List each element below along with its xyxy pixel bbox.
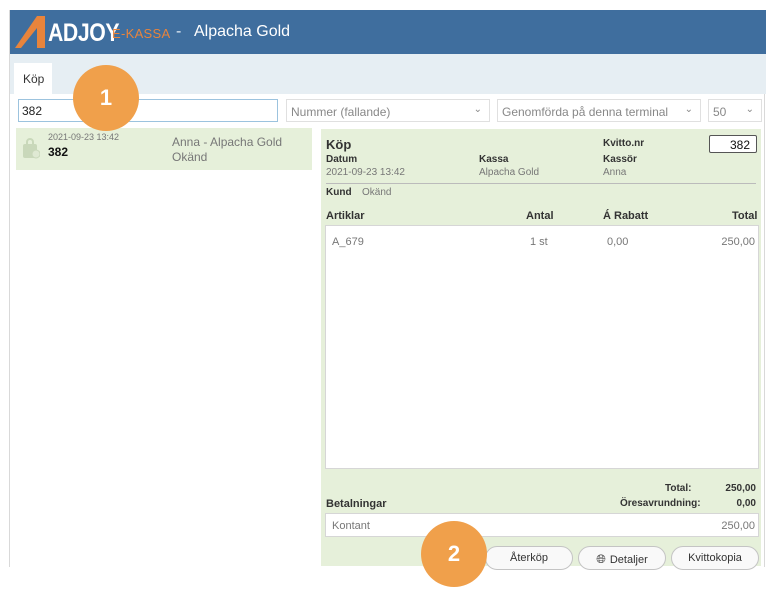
store-name: Alpacha Gold <box>194 23 291 40</box>
kvitto-number-field[interactable]: 382 <box>709 135 757 153</box>
list-item-seller: Anna - Alpacha Gold <box>172 135 283 149</box>
sort-select-value: Nummer (fallande) <box>291 105 391 119</box>
kassa-label: Kassa <box>479 154 509 165</box>
payments-list: Kontant 250,00 <box>325 513 759 537</box>
sort-select[interactable]: Nummer (fallande) ⌄ <box>286 99 490 122</box>
detaljer-label: Detaljer <box>609 554 648 566</box>
search-input[interactable]: 382 <box>18 99 278 122</box>
logo-subtitle: E-KASSA <box>112 26 171 41</box>
article-name: A_679 <box>332 236 364 248</box>
globe-icon: 🌐︎ <box>596 552 606 566</box>
title-bar: ADJOY E-KASSA - Alpacha Gold <box>10 10 766 54</box>
list-item[interactable]: 2021-09-23 13:42 382 Anna - Alpacha Gold… <box>16 128 312 170</box>
article-total: 250,00 <box>721 236 755 248</box>
logo-text: ADJOY <box>48 19 120 47</box>
receipt-detail-panel: Köp Kvitto.nr 382 Datum 2021-09-23 13:42… <box>321 129 761 570</box>
chevron-down-icon: ⌄ <box>473 104 482 115</box>
column-total: Total <box>732 210 758 222</box>
list-item-customer: Okänd <box>172 150 208 164</box>
tab-kop[interactable]: Köp <box>14 63 52 94</box>
adjoy-logo-icon <box>15 16 45 48</box>
kund-label: Kund <box>326 187 352 198</box>
articles-table: A_679 1 st 0,00 250,00 <box>325 225 759 469</box>
payment-amount: 250,00 <box>721 520 755 532</box>
kassa-value: Alpacha Gold <box>479 167 540 178</box>
article-qty: 1 st <box>530 236 548 248</box>
kvitto-label: Kvitto.nr <box>603 138 645 149</box>
kund-value: Okänd <box>362 187 392 198</box>
scope-select[interactable]: Genomförda på denna terminal ⌄ <box>497 99 701 122</box>
kassor-value: Anna <box>603 167 627 178</box>
rounding-value: 0,00 <box>736 498 756 509</box>
divider <box>326 183 756 184</box>
total-label: Total: <box>665 483 692 494</box>
kassor-label: Kassör <box>603 154 637 165</box>
detaljer-button[interactable]: 🌐︎ Detaljer <box>578 546 666 570</box>
payments-label: Betalningar <box>326 498 387 510</box>
annotation-badge-2: 2 <box>421 521 487 587</box>
column-artiklar: Artiklar <box>326 210 365 222</box>
page-size-select[interactable]: 50 ⌄ <box>708 99 762 122</box>
list-item-name: Anna - Alpacha Gold Okänd <box>172 135 282 165</box>
shopping-bag-icon <box>23 138 40 159</box>
datum-value: 2021-09-23 13:42 <box>326 167 405 178</box>
scope-select-value: Genomförda på denna terminal <box>502 105 669 119</box>
chevron-down-icon: ⌄ <box>745 104 754 115</box>
page-size-value: 50 <box>713 105 727 119</box>
total-value: 250,00 <box>725 483 756 494</box>
list-item-date: 2021-09-23 13:42 <box>48 132 120 142</box>
annotation-badge-1: 1 <box>73 65 139 131</box>
rounding-label: Öresavrundning: <box>620 498 701 509</box>
datum-label: Datum <box>326 154 358 165</box>
column-rabatt: Á Rabatt <box>603 210 649 222</box>
article-discount: 0,00 <box>607 236 629 248</box>
column-antal: Antal <box>526 210 554 222</box>
title-separator: - <box>176 23 182 40</box>
detail-title: Köp <box>326 137 352 152</box>
payment-method: Kontant <box>332 520 370 532</box>
list-item-number: 382 <box>48 145 69 159</box>
aterkop-button[interactable]: Återköp <box>485 546 573 570</box>
chevron-down-icon: ⌄ <box>684 104 693 115</box>
kvittokopia-button[interactable]: Kvittokopia <box>671 546 759 570</box>
